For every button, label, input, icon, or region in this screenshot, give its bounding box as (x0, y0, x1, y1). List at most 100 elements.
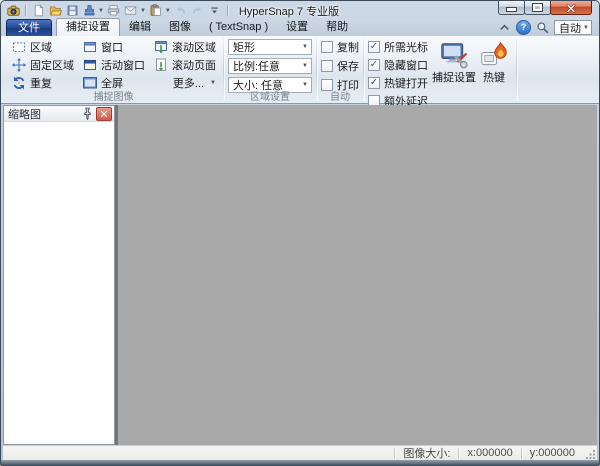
thumbnail-panel: 缩略图 (3, 105, 115, 445)
hide-window-label: 隐藏窗口 (384, 57, 428, 73)
group-region-settings: 矩形 ▼ 比例:任意 ▼ 大小: 任意 ▼ 区域设置 (225, 36, 315, 103)
group-label: 捕捉图像 (5, 88, 222, 103)
tab-image[interactable]: 图像 (160, 19, 200, 36)
shape-select[interactable]: 矩形 ▼ (228, 39, 312, 55)
print-icon[interactable] (107, 4, 121, 18)
close-icon (100, 110, 108, 118)
save-icon[interactable] (65, 4, 79, 18)
maximize-button[interactable] (524, 0, 551, 15)
copy-checkbox[interactable] (321, 41, 333, 53)
new-file-icon[interactable] (31, 4, 45, 18)
active-window-icon (82, 57, 98, 73)
paste-icon[interactable] (149, 4, 163, 18)
capture-stamp-icon[interactable] (82, 4, 96, 18)
help-icon[interactable]: ? (516, 20, 531, 35)
capture-region-button[interactable]: 区域 (8, 39, 77, 55)
paste-dropdown-icon[interactable]: ▼ (165, 8, 171, 14)
send-dropdown-icon[interactable]: ▼ (140, 8, 146, 14)
tab-file[interactable]: 文件 (6, 19, 52, 36)
thumbnail-list (4, 122, 114, 444)
ribbon: 区域 固定区域 重复 窗口 (1, 36, 599, 104)
chevron-down-icon: ▼ (299, 40, 311, 54)
image-size-label: 图像大小: (395, 445, 458, 461)
save-checkbox[interactable] (321, 60, 333, 72)
tab-help[interactable]: 帮助 (317, 19, 357, 36)
undo-icon[interactable] (174, 4, 188, 18)
button-label: 捕捉设置 (432, 69, 476, 85)
collapse-ribbon-icon[interactable] (498, 21, 511, 34)
capture-settings-icon (439, 41, 469, 69)
capture-fixed-region-button[interactable]: 固定区域 (8, 57, 77, 73)
pin-icon[interactable] (81, 108, 94, 120)
capture-dropdown-icon[interactable]: ▼ (98, 8, 104, 14)
hotkey-button[interactable]: 热键 (476, 39, 512, 85)
toolbar-separator (227, 5, 228, 16)
window-title: HyperSnap 7 专业版 (239, 3, 339, 19)
chevron-down-icon: ▼ (210, 80, 216, 86)
workspace-canvas (118, 105, 597, 445)
tab-textsnap[interactable]: ( TextSnap ) (200, 19, 277, 36)
group-label: 区域设置 (225, 88, 315, 103)
capture-window-button[interactable]: 窗口 (79, 39, 148, 55)
customize-toolbar-icon[interactable] (208, 4, 222, 18)
window-icon (82, 39, 98, 55)
group-auto: 复制 保存 打印 自动 (318, 36, 362, 103)
group-separator (363, 38, 364, 101)
group-label: 自动 (318, 88, 362, 103)
button-label: 热键 (483, 69, 505, 85)
copy-label: 复制 (337, 39, 359, 55)
zoom-mode-value: 自动 (559, 20, 581, 36)
button-label: 区域 (30, 39, 52, 55)
hotkey-flame-icon (479, 41, 509, 69)
region-icon (11, 39, 27, 55)
maximize-icon (533, 4, 542, 11)
close-button[interactable] (550, 0, 592, 15)
cursor-y-value: y:000000 (522, 447, 583, 459)
capture-settings-button[interactable]: 捕捉设置 (432, 39, 476, 85)
capture-active-window-button[interactable]: 活动窗口 (79, 57, 148, 73)
include-cursor-label: 所需光标 (384, 39, 428, 55)
redo-icon[interactable] (191, 4, 205, 18)
titlebar[interactable]: ▼ ▼ ▼ HyperSnap 7 专业版 (1, 1, 599, 19)
ratio-select[interactable]: 比例:任意 ▼ (228, 58, 312, 74)
capture-scroll-region-button[interactable]: 滚动区域 (150, 39, 219, 55)
panel-close-button[interactable] (96, 107, 112, 121)
include-cursor-checkbox[interactable]: ✓ (368, 41, 380, 53)
chevron-down-icon: ▼ (299, 59, 311, 73)
checkmark: ✓ (370, 42, 378, 52)
capture-scroll-page-button[interactable]: 滚动页面 (150, 57, 219, 73)
window-bottom-frame (1, 460, 599, 465)
checkbox-row: ✓ 热键打开 (368, 75, 428, 91)
app-icon[interactable] (6, 4, 20, 18)
hotkey-open-label: 热键打开 (384, 75, 428, 91)
fixed-region-icon (11, 57, 27, 73)
checkmark: ✓ (370, 60, 378, 70)
save-label: 保存 (337, 58, 359, 74)
send-mail-icon[interactable] (124, 4, 138, 18)
tab-edit[interactable]: 编辑 (120, 19, 160, 36)
resize-grip[interactable] (584, 447, 597, 460)
chevron-down-icon: ▼ (583, 25, 589, 31)
checkbox-row: 复制 (321, 39, 359, 55)
hotkey-open-checkbox[interactable]: ✓ (368, 77, 380, 89)
checkmark: ✓ (370, 78, 378, 88)
group-capture-options: ✓ 所需光标 ✓ 隐藏窗口 ✓ 热键打开 额外延迟 (365, 36, 515, 103)
minimize-icon (506, 7, 517, 12)
zoom-mode-select[interactable]: 自动 ▼ (554, 20, 592, 35)
cursor-x-value: x:000000 (459, 447, 520, 459)
panel-title: 缩略图 (8, 106, 79, 122)
open-folder-icon[interactable] (48, 4, 62, 18)
app-window: ▼ ▼ ▼ HyperSnap 7 专业版 (0, 0, 600, 466)
ribbon-right-controls: ? 自动 ▼ (498, 20, 592, 35)
magnifier-icon[interactable] (536, 21, 549, 34)
button-label: 活动窗口 (101, 57, 145, 73)
close-icon (565, 2, 577, 13)
group-separator (316, 38, 317, 101)
hide-window-checkbox[interactable]: ✓ (368, 59, 380, 71)
group-capture-image: 区域 固定区域 重复 窗口 (5, 36, 222, 103)
minimize-button[interactable] (498, 0, 525, 15)
tab-capture-settings[interactable]: 捕捉设置 (56, 18, 120, 36)
tab-settings[interactable]: 设置 (277, 19, 317, 36)
scroll-region-icon (153, 39, 169, 55)
thumbnail-panel-header: 缩略图 (4, 106, 114, 122)
